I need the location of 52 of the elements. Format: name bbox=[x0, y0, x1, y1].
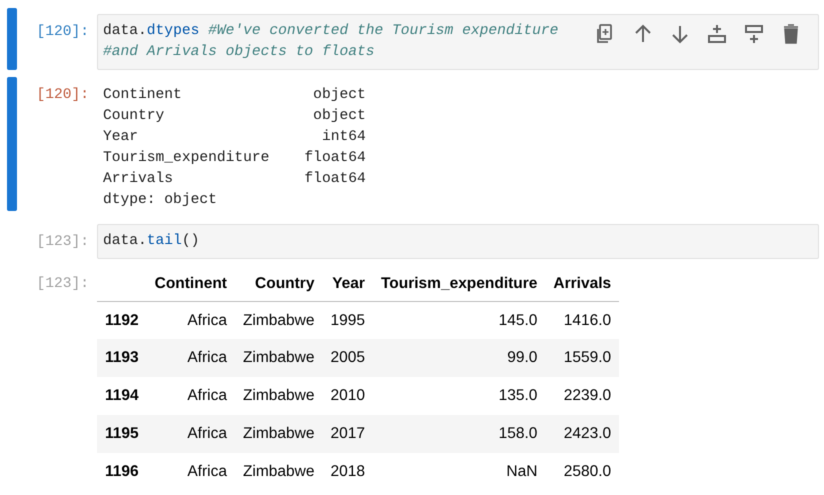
table-cell: Africa bbox=[146, 415, 235, 453]
code-line: #and Arrivals objects to floats bbox=[103, 43, 376, 62]
code-line: data.tail() bbox=[103, 232, 200, 251]
table-cell: 2423.0 bbox=[545, 415, 620, 453]
code-editor[interactable]: data.dtypes #We've converted the Tourism expenditure #and Arrivals objects to floats bbox=[97, 14, 819, 70]
table-cell: Africa bbox=[146, 301, 235, 339]
output-line: dtype: object bbox=[103, 191, 218, 210]
table-cell: Africa bbox=[146, 377, 235, 415]
table-cell: Zimbabwe bbox=[234, 339, 322, 377]
row-index: 1193 bbox=[97, 339, 147, 377]
code-line: data.dtypes #We've converted the Tourism expenditure bbox=[103, 22, 558, 41]
row-index: 1195 bbox=[97, 415, 147, 453]
insert-above-icon[interactable] bbox=[705, 22, 729, 46]
table-cell: Zimbabwe bbox=[234, 301, 322, 339]
column-header: Continent bbox=[146, 266, 235, 301]
table-cell: 145.0 bbox=[372, 301, 546, 339]
execution-count: [120]: bbox=[36, 87, 89, 103]
code-editor[interactable]: data.tail() bbox=[97, 224, 819, 259]
execution-count: [123]: bbox=[36, 234, 89, 250]
output-line: Arrivals float64 bbox=[103, 170, 366, 189]
table-cell: Zimbabwe bbox=[234, 415, 322, 453]
row-index: 1194 bbox=[97, 377, 147, 415]
column-header: Arrivals bbox=[545, 266, 620, 301]
execution-count: [123]: bbox=[36, 276, 89, 292]
table-cell: 2005 bbox=[322, 339, 373, 377]
output-line: Tourism_expenditure float64 bbox=[103, 149, 366, 168]
table-cell: 2010 bbox=[322, 377, 373, 415]
table-cell: Africa bbox=[146, 339, 235, 377]
table-cell: 135.0 bbox=[372, 377, 546, 415]
output-line: Year int64 bbox=[103, 128, 366, 147]
table-cell: 158.0 bbox=[372, 415, 546, 453]
insert-below-icon[interactable] bbox=[742, 22, 766, 46]
table-cell: 1416.0 bbox=[545, 301, 620, 339]
table-cell: Zimbabwe bbox=[234, 453, 322, 491]
table-cell: 1559.0 bbox=[545, 339, 620, 377]
table-cell: Africa bbox=[146, 453, 235, 491]
table-cell: NaN bbox=[372, 453, 546, 491]
table-cell: 2580.0 bbox=[545, 453, 620, 491]
table-cell: 2017 bbox=[322, 415, 373, 453]
row-index: 1192 bbox=[97, 301, 147, 339]
output-line: Continent object bbox=[103, 86, 366, 105]
column-header: Tourism_expenditure bbox=[372, 266, 546, 301]
column-header: Year bbox=[322, 266, 373, 301]
execution-count: [120]: bbox=[36, 24, 89, 40]
column-header: Country bbox=[234, 266, 322, 301]
table-cell: 99.0 bbox=[372, 339, 546, 377]
table-cell: 2239.0 bbox=[545, 377, 620, 415]
output-line: Country object bbox=[103, 107, 366, 126]
table-cell: 2018 bbox=[322, 453, 373, 491]
table-cell: Zimbabwe bbox=[234, 377, 322, 415]
table-cell: 1995 bbox=[322, 301, 373, 339]
row-index: 1196 bbox=[97, 453, 147, 491]
